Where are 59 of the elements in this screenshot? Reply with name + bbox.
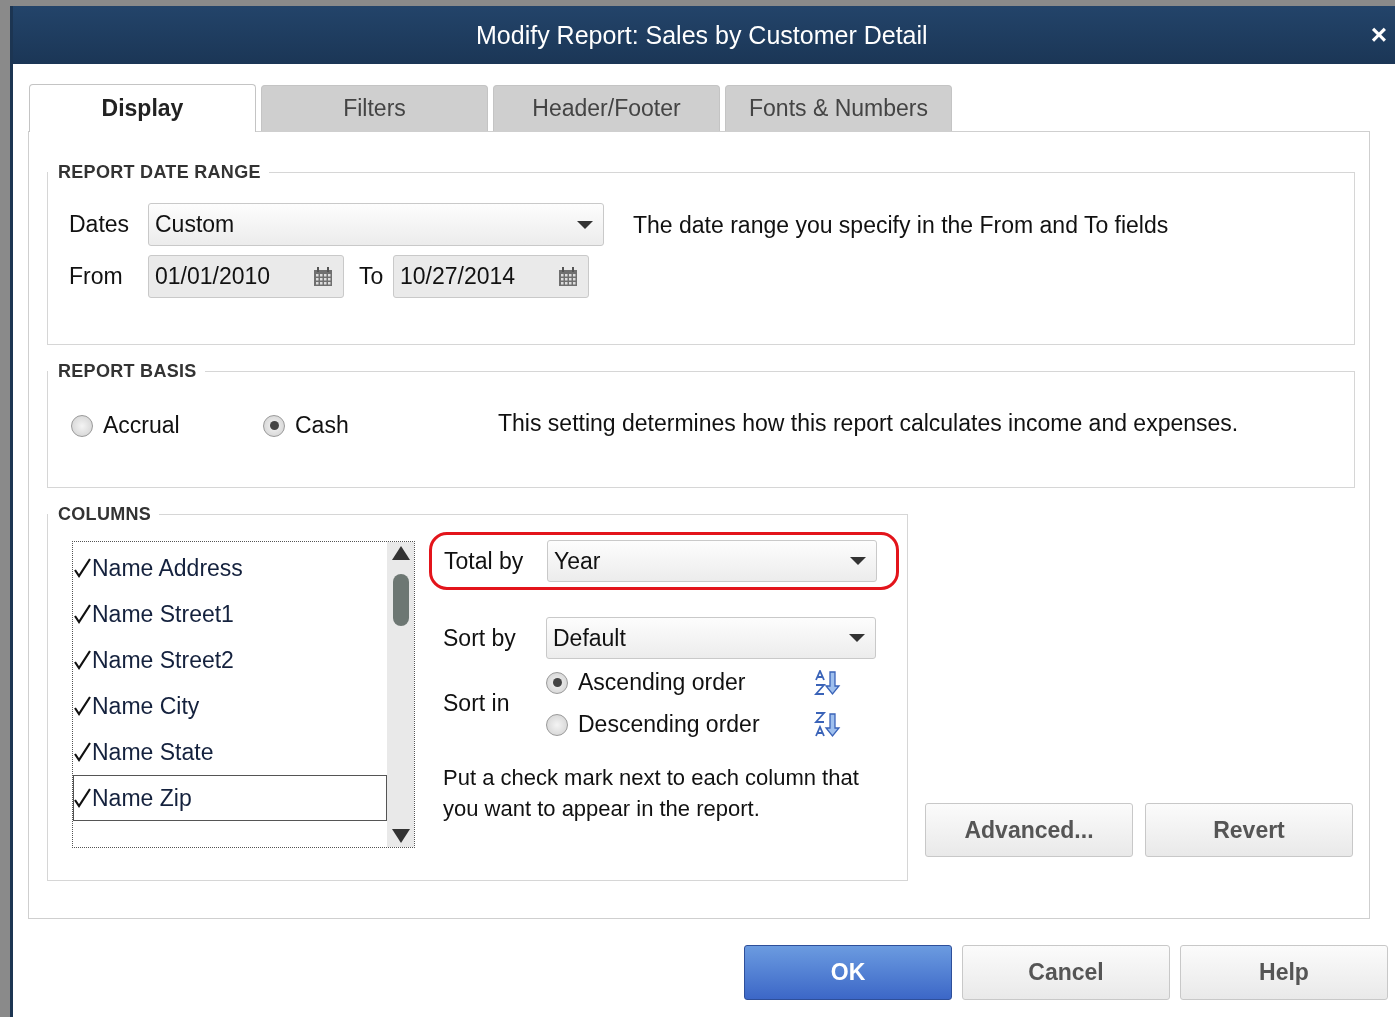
check-icon[interactable] <box>74 558 91 578</box>
dialog-button[interactable]: Cancel <box>962 945 1170 1000</box>
radio-label[interactable]: Accrual <box>103 412 180 439</box>
dropdown-caret-icon[interactable] <box>577 220 593 229</box>
field-label: Sort by <box>443 624 517 652</box>
dialog-button[interactable]: OK <box>744 945 952 1000</box>
dropdown[interactable]: Default <box>546 617 876 659</box>
calendar-icon[interactable] <box>313 266 333 287</box>
check-icon[interactable] <box>74 650 91 670</box>
scroll-down-icon[interactable] <box>391 829 410 843</box>
tab[interactable]: Display <box>29 84 256 132</box>
tab[interactable]: Filters <box>261 85 488 131</box>
sort-ascending-icon <box>814 669 842 696</box>
field-label: Sort in <box>443 690 511 717</box>
field-label: From <box>69 263 124 290</box>
dropdown[interactable]: Custom <box>148 203 604 246</box>
radio-button[interactable] <box>546 713 568 736</box>
list-item[interactable]: Name Address <box>73 545 387 591</box>
field-label: Dates <box>69 211 131 238</box>
group-heading: COLUMNS <box>57 504 153 525</box>
date-field[interactable]: 10/27/2014 <box>393 255 589 298</box>
close-button[interactable]: × <box>1370 19 1395 51</box>
radio-button[interactable] <box>263 414 285 437</box>
scroll-up-icon[interactable] <box>391 546 410 560</box>
dialog-button[interactable]: Help <box>1180 945 1388 1000</box>
dropdown[interactable]: Year <box>547 540 877 582</box>
list-item[interactable]: Name Street2 <box>73 637 387 683</box>
field-label: Total by <box>444 547 525 575</box>
list-item[interactable]: Name State <box>73 729 387 775</box>
description-text: The date range you specify in the From and To fields <box>632 211 1169 240</box>
radio-button[interactable] <box>71 414 93 437</box>
dropdown-caret-icon[interactable] <box>849 634 865 642</box>
group-heading: REPORT DATE RANGE <box>57 162 262 183</box>
group-heading: REPORT BASIS <box>57 361 198 382</box>
tab[interactable]: Header/Footer <box>493 85 720 131</box>
list-item[interactable]: Name City <box>73 683 387 729</box>
radio-label[interactable]: Ascending order <box>578 669 746 696</box>
radio-label[interactable]: Cash <box>295 412 349 439</box>
list-item[interactable]: Name Street1 <box>73 591 387 637</box>
action-button[interactable]: Advanced... <box>925 803 1133 857</box>
scroll-thumb[interactable] <box>392 573 409 626</box>
tab[interactable]: Fonts & Numbers <box>725 85 952 131</box>
date-field[interactable]: 01/01/2010 <box>148 255 344 298</box>
description-text: This setting determines how this report calculates income and expenses. <box>498 409 1239 438</box>
check-icon[interactable] <box>74 604 91 624</box>
sort-descending-icon <box>814 711 842 738</box>
field-label: To <box>358 263 385 290</box>
radio-label[interactable]: Descending order <box>578 711 760 738</box>
action-button[interactable]: Revert <box>1145 803 1353 857</box>
calendar-icon[interactable] <box>558 266 578 287</box>
instruction-text: Put a check mark next to each column that you want to appear in the report. <box>443 764 860 823</box>
list-item[interactable]: Name Zip <box>73 775 387 821</box>
check-icon[interactable] <box>74 696 91 716</box>
check-icon[interactable] <box>74 788 91 808</box>
dropdown-caret-icon[interactable] <box>850 557 866 565</box>
check-icon[interactable] <box>74 742 91 762</box>
radio-button[interactable] <box>546 671 568 694</box>
scrollbar[interactable] <box>387 542 414 847</box>
window-title: Modify Report: Sales by Customer Detail <box>475 20 929 50</box>
